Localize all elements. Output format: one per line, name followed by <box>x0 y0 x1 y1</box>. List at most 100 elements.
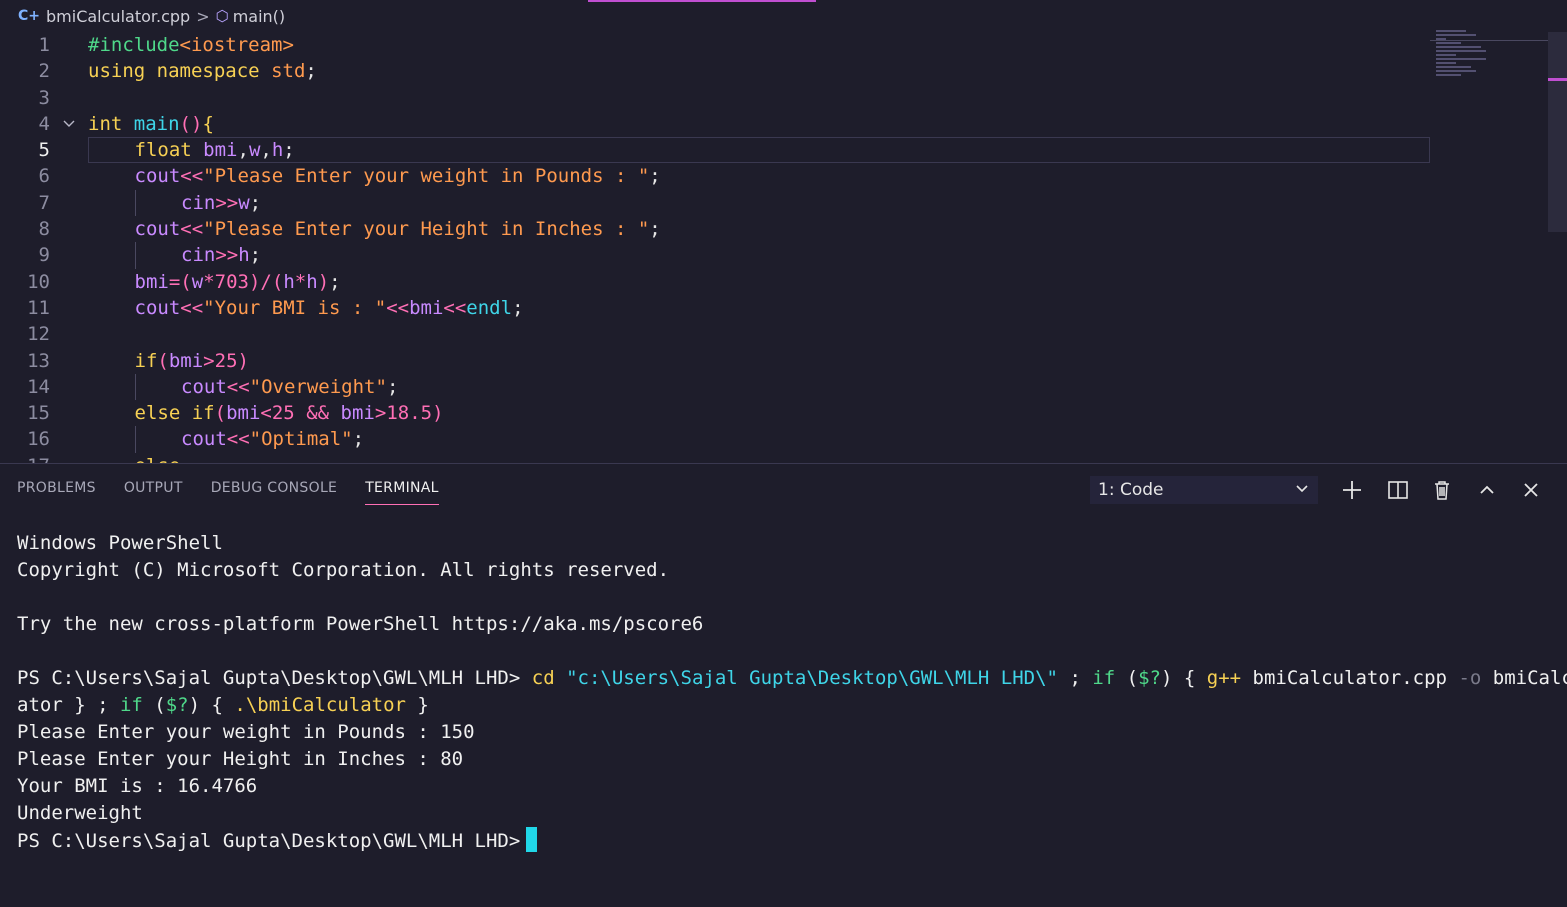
code-token: cout <box>134 296 181 319</box>
line-number: 11 <box>27 296 50 319</box>
code-line[interactable]: 7 cin>>w; <box>0 189 1430 217</box>
trash-icon[interactable] <box>1428 476 1456 504</box>
code-token: "Overweight" <box>249 375 387 398</box>
code-line[interactable]: 10 bmi=(w*703)/(h*h); <box>0 269 1430 295</box>
code-line[interactable]: 6 cout<<"Please Enter your weight in Poun… <box>0 163 1430 189</box>
code-token: ; <box>283 139 295 162</box>
terminal-token: bmiCalcul <box>1492 667 1567 689</box>
code-token: ; <box>386 375 399 398</box>
line-number: 13 <box>27 349 50 372</box>
split-terminal-icon[interactable] <box>1384 476 1412 504</box>
code-line[interactable]: 12 <box>0 321 1430 347</box>
code-token: ) <box>237 349 249 372</box>
fold-chevron-icon[interactable] <box>62 111 76 137</box>
code-token: cout <box>181 375 227 398</box>
tab-terminal[interactable]: TERMINAL <box>365 480 439 505</box>
terminal-token: if <box>119 694 143 716</box>
code-token: ( <box>157 349 169 372</box>
code-token: () <box>179 112 203 135</box>
code-token: , <box>237 139 249 162</box>
terminal-token: ( <box>142 694 166 716</box>
code-token: >> <box>215 244 239 267</box>
code-line[interactable]: 16 cout<<"Optimal"; <box>0 426 1430 453</box>
terminal-token: PS C:\Users\Sajal Gupta\Desktop\GWL\MLH … <box>17 667 532 689</box>
code-line[interactable]: 15 else if(bmi<25 && bmi>18.5) <box>0 400 1430 426</box>
code-token: "Your BMI is : " <box>203 296 387 319</box>
code-line[interactable]: 1 #include<iostream> <box>0 32 1430 58</box>
line-number: 9 <box>38 244 50 267</box>
code-text: else <box>135 453 181 463</box>
code-token: bmi <box>226 402 261 425</box>
terminal-line: Try the new cross-platform PowerShell ht… <box>17 611 1567 638</box>
code-text: cin>>h; <box>181 242 261 268</box>
line-number: 6 <box>38 165 50 188</box>
line-number: 8 <box>38 218 50 241</box>
editor-scrollbar[interactable] <box>1548 32 1567 232</box>
indent-guide <box>134 189 136 217</box>
code-token: w <box>238 191 250 214</box>
code-line[interactable]: 5 float bmi,w,h; <box>0 137 1430 164</box>
terminal-token: } <box>405 694 429 716</box>
code-lines[interactable]: 1 #include<iostream> 2 using namespace std;… <box>0 32 1430 463</box>
terminal-output[interactable]: Windows PowerShell Copyright (C) Microsof… <box>17 530 1567 854</box>
code-token: * <box>294 270 307 293</box>
tab-output[interactable]: OUTPUT <box>124 480 183 505</box>
code-token: ; <box>329 270 341 293</box>
code-line[interactable]: 17 else <box>0 453 1430 463</box>
terminal-token: cd <box>531 667 555 689</box>
tab-problems[interactable]: PROBLEMS <box>17 480 96 505</box>
terminal-select[interactable]: 1: Code <box>1090 476 1318 504</box>
code-line[interactable]: 2 using namespace std; <box>0 58 1430 84</box>
code-token: namespace <box>156 60 260 83</box>
terminal-line: Underweight <box>17 800 1567 827</box>
code-token: ; <box>649 165 661 188</box>
code-token: cout <box>134 218 181 241</box>
code-token: ( <box>271 270 284 293</box>
terminal-token: Your BMI is : 16.4766 <box>17 775 258 797</box>
tab-debug-console[interactable]: DEBUG CONSOLE <box>211 480 338 505</box>
minimap[interactable] <box>1436 30 1546 90</box>
code-token: using <box>88 60 146 83</box>
code-line[interactable]: 11 cout<<"Your BMI is : "<<bmi<<endl; <box>0 295 1430 321</box>
terminal-token: Please Enter your weight in Pounds : 150 <box>17 721 475 743</box>
code-token: endl <box>466 296 513 319</box>
code-token: bmi <box>340 402 375 425</box>
panel-tabs: PROBLEMS OUTPUT DEBUG CONSOLE TERMINAL <box>17 480 467 505</box>
code-line[interactable]: 13 if(bmi>25) <box>0 348 1430 374</box>
line-number: 7 <box>38 191 50 214</box>
code-line[interactable]: 3 <box>0 85 1430 111</box>
new-terminal-plus-icon[interactable] <box>1338 476 1366 504</box>
close-icon[interactable] <box>1517 476 1545 504</box>
code-token: > <box>374 402 387 425</box>
bottom-panel: PROBLEMS OUTPUT DEBUG CONSOLE TERMINAL 1… <box>0 463 1567 907</box>
active-tab-indicator <box>588 0 816 2</box>
code-text: int main(){ <box>88 111 214 137</box>
chevron-up-icon[interactable] <box>1473 476 1501 504</box>
line-number: 16 <box>27 428 50 451</box>
code-line[interactable]: 8 cout<<"Please Enter your Height in Inch… <box>0 216 1430 242</box>
code-token: << <box>180 296 204 319</box>
terminal-token: ) { <box>1161 667 1207 689</box>
code-token: float <box>134 139 192 162</box>
line-number: 2 <box>38 60 50 83</box>
code-line[interactable]: 14 cout<<"Overweight"; <box>0 373 1430 401</box>
code-line[interactable]: 9 cin>>h; <box>0 242 1430 269</box>
code-token: else <box>135 455 181 463</box>
line-number: 17 <box>0 453 50 463</box>
code-token: main <box>133 112 180 135</box>
terminal-line: Your BMI is : 16.4766 <box>17 773 1567 800</box>
breadcrumb-file[interactable]: bmiCalculator.cpp <box>46 7 190 26</box>
breadcrumb-symbol[interactable]: main() <box>233 7 285 26</box>
terminal-token: -o <box>1458 667 1482 689</box>
code-text: else if(bmi<25 && bmi>18.5) <box>135 400 444 426</box>
code-token: ; <box>249 244 262 267</box>
line-number: 1 <box>38 34 50 56</box>
terminal-line: Copyright (C) Microsoft Corporation. All… <box>17 557 1567 584</box>
code-editor[interactable]: C+ bmiCalculator.cpp > ⬡ main() 1 #includ… <box>0 0 1567 463</box>
terminal-token: Underweight <box>17 802 143 824</box>
code-token: <iostream> <box>179 34 294 56</box>
code-token: else <box>134 402 181 425</box>
code-line[interactable]: 4 int main(){ <box>0 111 1430 137</box>
